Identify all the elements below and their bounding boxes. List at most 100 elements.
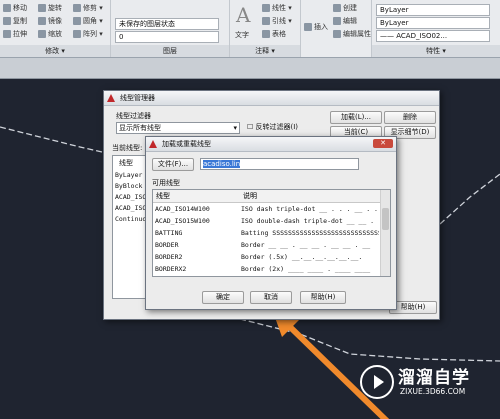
edit-block-tool[interactable]: 编辑 (333, 16, 357, 26)
modify-panel-title[interactable]: 修改 ▾ (0, 45, 110, 57)
available-linetypes-list: 线型 说明 ACAD_ISO14W100 ISO dash triple-dot … (152, 189, 391, 277)
list-header: 线型 说明 (153, 190, 390, 203)
load-linetype-title: 加载或重载线型 (162, 140, 211, 148)
linetype-name: BATTING (155, 229, 183, 237)
current-linetype-label: 当前线型: (112, 144, 143, 152)
ribbon: 移动 旋转 修剪 ▾ 复制 镜像 圆角 ▾ 拉伸 缩放 阵列 ▾ 修改 ▾ 未保… (0, 0, 500, 58)
annotation-panel-title[interactable]: 注释 ▾ (230, 45, 300, 57)
linetype-manager-title: 线型管理器 (120, 94, 155, 102)
linetype-combo[interactable]: —— ACAD_ISO02... (376, 30, 490, 42)
load-button[interactable]: 加载(L)... (330, 111, 382, 124)
help-button[interactable]: 帮助(H) (300, 291, 346, 304)
tab-strip (0, 58, 500, 79)
create-block-tool[interactable]: 创建 (333, 3, 357, 13)
insert-tool[interactable]: 插入 (304, 22, 328, 32)
linetype-description: ISO double-dash triple-dot __ __ . . . (241, 217, 379, 225)
linetype-description: Batting SSSSSSSSSSSSSSSSSSSSSSSSSSSS (241, 229, 379, 237)
annotation-panel: A 文字 线性 ▾ 引线 ▾ 表格 注释 ▾ (230, 0, 301, 57)
watermark-name: 溜溜自学 (398, 368, 470, 388)
lineweight-combo[interactable]: ByLayer (376, 17, 490, 29)
leader-tool[interactable]: 引线 ▾ (262, 16, 292, 26)
col-linetype-header[interactable]: 线型 (156, 190, 170, 202)
rotate-icon (38, 4, 46, 12)
rotate-tool[interactable]: 旋转 (38, 3, 62, 13)
play-icon (360, 365, 394, 399)
create-block-icon (333, 4, 341, 12)
edit-block-icon (333, 17, 341, 25)
edit-attributes-icon (333, 30, 341, 38)
linetype-preview-line-left (0, 126, 103, 153)
app-icon (149, 140, 157, 148)
linetype-list-header: 线型 (119, 159, 133, 167)
layer-panel-title: 图层 (111, 45, 229, 57)
load-linetype-titlebar[interactable]: 加载或重载线型 ✕ (146, 137, 396, 152)
array-icon (73, 30, 81, 38)
current-layer-combo[interactable]: 0 (115, 31, 219, 43)
invert-filter-checkbox[interactable]: ☐ 反转过滤器(I) (247, 122, 298, 132)
properties-panel: ByLayer ByLayer —— ACAD_ISO02... 特性 ▾ (372, 0, 500, 57)
properties-panel-title[interactable]: 特性 ▾ (372, 45, 500, 57)
load-linetype-dialog: 加载或重载线型 ✕ 文件(F)... acadiso.lin 可用线型 线型 说… (145, 136, 397, 310)
stretch-icon (3, 30, 11, 38)
table-row[interactable]: ACAD_ISO15W100 ISO double-dash triple-dot… (153, 215, 390, 227)
close-icon[interactable]: ✕ (373, 139, 393, 148)
table-tool[interactable]: 表格 (262, 29, 286, 39)
linetype-name: BORDER (155, 241, 179, 249)
cancel-button[interactable]: 取消 (250, 291, 292, 304)
scale-tool[interactable]: 缩放 (38, 29, 62, 39)
copy-icon (3, 17, 11, 25)
app-icon (107, 94, 115, 102)
mirror-icon (38, 17, 46, 25)
scrollbar-thumb[interactable] (382, 208, 389, 230)
text-label[interactable]: 文字 (235, 30, 249, 40)
linetype-manager-titlebar[interactable]: 线型管理器 (104, 91, 439, 106)
edit-attributes-tool[interactable]: 编辑属性 (333, 29, 371, 39)
ok-button[interactable]: 确定 (202, 291, 244, 304)
linetype-description: Border (.5x) __.__.__.__.__.__. (241, 253, 363, 261)
vertical-scrollbar[interactable] (380, 190, 390, 276)
available-linetypes-label: 可用线型 (152, 179, 180, 187)
copy-tool[interactable]: 复制 (3, 16, 27, 26)
chevron-down-icon: ▾ (233, 124, 237, 132)
watermark-logo: 溜溜自学 ZIXUE.3D66.COM (360, 361, 470, 405)
mirror-tool[interactable]: 镜像 (38, 16, 62, 26)
linetype-description: ISO dash triple-dot __ . . . __ . . . (241, 205, 379, 213)
linetype-name: ACAD_ISO14W100 (155, 205, 210, 213)
leader-icon (262, 17, 270, 25)
trim-icon (73, 4, 81, 12)
text-icon[interactable]: A (236, 3, 250, 27)
table-row[interactable]: BORDERX2 Border (2x) ____ ____ . ____ ___… (153, 263, 390, 275)
linear-dim-tool[interactable]: 线性 ▾ (262, 3, 292, 13)
trim-tool[interactable]: 修剪 ▾ (73, 3, 103, 13)
block-panel: 插入 创建 编辑 编辑属性 (301, 0, 372, 57)
col-description-header[interactable]: 说明 (243, 190, 257, 202)
delete-button[interactable]: 删除 (384, 111, 436, 124)
table-row[interactable]: BATTING Batting SSSSSSSSSSSSSSSSSSSSSSSSS… (153, 227, 390, 239)
layer-state-combo[interactable]: 未保存的图层状态 (115, 18, 219, 30)
insert-icon (304, 23, 312, 31)
file-button[interactable]: 文件(F)... (152, 158, 194, 171)
linetype-description: Border (2x) ____ ____ . ____ ____ (241, 265, 371, 273)
watermark-url: ZIXUE.3D66.COM (400, 387, 466, 396)
linetype-name: BORDERX2 (155, 265, 187, 273)
move-tool[interactable]: 移动 (3, 3, 27, 13)
filter-select[interactable]: 显示所有线型 ▾ (116, 122, 240, 134)
filter-label: 线型过滤器 (116, 112, 151, 120)
table-icon (262, 30, 270, 38)
fillet-icon (73, 17, 81, 25)
layer-panel: 未保存的图层状态 0 图层 (111, 0, 230, 57)
table-row[interactable]: BORDER Border __ __ . __ __ . __ __ . __ (153, 239, 390, 251)
table-row[interactable]: BORDER2 Border (.5x) __.__.__.__.__.__. (153, 251, 390, 263)
linetype-name: ACAD_ISO15W100 (155, 217, 210, 225)
file-name-field[interactable]: acadiso.lin (200, 158, 359, 170)
table-row[interactable]: ACAD_ISO14W100 ISO dash triple-dot __ . .… (153, 203, 390, 215)
linetype-preview-line-right (439, 173, 500, 225)
modify-panel: 移动 旋转 修剪 ▾ 复制 镜像 圆角 ▾ 拉伸 缩放 阵列 ▾ 修改 ▾ (0, 0, 111, 57)
stretch-tool[interactable]: 拉伸 (3, 29, 27, 39)
move-icon (3, 4, 11, 12)
color-combo[interactable]: ByLayer (376, 4, 490, 16)
linetype-name: BORDER2 (155, 253, 183, 261)
scale-icon (38, 30, 46, 38)
fillet-tool[interactable]: 圆角 ▾ (73, 16, 103, 26)
array-tool[interactable]: 阵列 ▾ (73, 29, 103, 39)
